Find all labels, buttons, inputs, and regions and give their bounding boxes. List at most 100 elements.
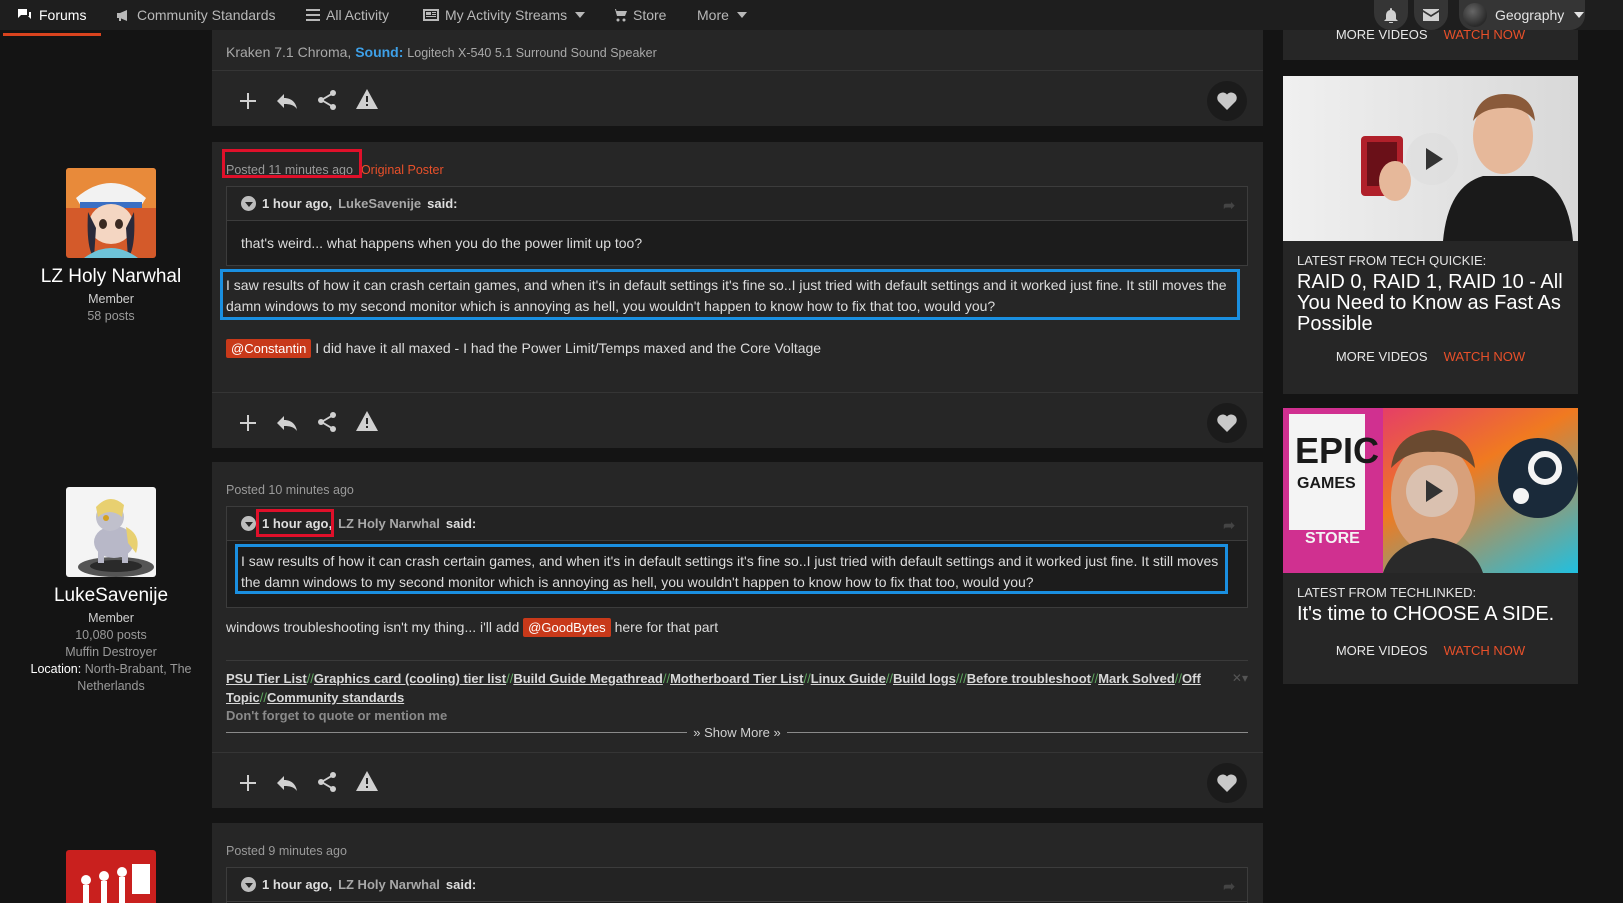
- author-location-value: North-Brabant, The Netherlands: [77, 662, 192, 693]
- signature-separator: //: [885, 671, 894, 686]
- watch-now-link[interactable]: WATCH NOW: [1444, 27, 1526, 42]
- widget-video-title[interactable]: It's time to CHOOSE A SIDE.: [1297, 604, 1564, 625]
- author-post-count: 58 posts: [87, 309, 135, 323]
- mention-tag[interactable]: @GoodBytes: [523, 618, 611, 637]
- signature-link[interactable]: Linux Guide: [811, 671, 886, 686]
- mention-tag[interactable]: @Constantin: [226, 339, 312, 358]
- post-author-panel: LZ Holy Narwhal Member 58 posts: [0, 168, 222, 325]
- avatar[interactable]: [66, 850, 156, 903]
- widget-video-title[interactable]: RAID 0, RAID 1, RAID 10 - All You Need t…: [1297, 272, 1564, 335]
- quote-link-icon[interactable]: ➦: [1223, 197, 1235, 214]
- nav-more[interactable]: More: [697, 0, 747, 30]
- signature-link[interactable]: Build Guide Megathread: [513, 671, 663, 686]
- quote-link-icon[interactable]: ➦: [1223, 517, 1235, 534]
- show-more-row: »︎ Show More »: [226, 725, 1248, 740]
- nav-all-activity[interactable]: All Activity: [306, 0, 389, 30]
- nav-community-standards[interactable]: Community Standards: [116, 0, 276, 30]
- signature-link[interactable]: PSU Tier List: [226, 671, 307, 686]
- reply-icon[interactable]: [276, 89, 300, 113]
- signature-separator: //: [259, 690, 267, 705]
- messages-button[interactable]: [1414, 0, 1448, 30]
- signature-link[interactable]: Mark Solved: [1098, 671, 1175, 686]
- quote-author[interactable]: LukeSavenije: [338, 196, 421, 211]
- post: Posted 9 minutes ago 1 hour ago, LZ Holy…: [212, 823, 1263, 903]
- quote-said: said:: [445, 516, 477, 531]
- avatar[interactable]: [66, 168, 156, 258]
- share-icon[interactable]: [316, 771, 340, 795]
- author-name[interactable]: LZ Holy Narwhal: [0, 266, 222, 288]
- signature-separator: //: [1174, 671, 1183, 686]
- notifications-button[interactable]: [1374, 0, 1408, 30]
- add-icon[interactable]: [236, 771, 260, 795]
- more-videos-link[interactable]: MORE VIDEOS: [1336, 27, 1428, 42]
- quote-header: 1 hour ago, LZ Holy Narwhal said: ➦: [227, 868, 1247, 902]
- post-timestamp[interactable]: Posted 9 minutes ago: [226, 844, 347, 858]
- close-signature-icon[interactable]: ✕▾: [1232, 671, 1248, 685]
- author-location-label: Location:: [30, 662, 82, 676]
- heart-icon: [1217, 92, 1237, 110]
- share-icon[interactable]: [316, 89, 340, 113]
- like-button[interactable]: [1207, 81, 1247, 121]
- author-title: Muffin Destroyer: [65, 645, 157, 659]
- avatar: [1463, 3, 1487, 27]
- like-button[interactable]: [1207, 403, 1247, 443]
- collapse-quote-icon[interactable]: [241, 516, 256, 531]
- signature-sound-value: Logitech X-540 5.1 Surround Sound Speake…: [407, 46, 657, 60]
- widget-kicker: LATEST FROM TECHLINKED:: [1297, 585, 1477, 600]
- post-meta: Posted 9 minutes ago: [226, 844, 347, 858]
- nav-forums[interactable]: Forums: [17, 0, 86, 30]
- reply-icon[interactable]: [276, 771, 300, 795]
- signature-link[interactable]: Graphics card (cooling) tier list: [314, 671, 506, 686]
- share-icon[interactable]: [316, 411, 340, 435]
- collapse-quote-icon[interactable]: [241, 877, 256, 892]
- report-icon[interactable]: [356, 411, 380, 435]
- quote-time[interactable]: 1 hour ago,: [262, 877, 332, 892]
- signature-link[interactable]: Before troubleshoot: [967, 671, 1091, 686]
- quote-time[interactable]: 1 hour ago,: [262, 196, 332, 211]
- post-meta: Posted 10 minutes ago: [226, 483, 354, 497]
- video-widget-tech-quickie: LATEST FROM TECH QUICKIE: RAID 0, RAID 1…: [1283, 76, 1578, 394]
- quote-link-icon[interactable]: ➦: [1223, 878, 1235, 895]
- divider: [786, 731, 1248, 733]
- more-videos-link[interactable]: MORE VIDEOS: [1336, 349, 1428, 364]
- quote-author[interactable]: LZ Holy Narwhal: [338, 516, 440, 531]
- thumb-logo-epic: EPIC: [1295, 430, 1379, 471]
- signature-links: PSU Tier List // Graphics card (cooling) t…: [226, 669, 1248, 707]
- play-icon[interactable]: [1406, 133, 1458, 185]
- quote-block: 1 hour ago, LukeSavenije said: ➦ that's …: [226, 186, 1248, 266]
- signature-link[interactable]: Motherboard Tier List: [670, 671, 803, 686]
- post-text-after-mention: I did have it all maxed - I had the Powe…: [315, 340, 822, 356]
- author-name[interactable]: LukeSavenije: [0, 585, 222, 607]
- video-widget-partial: MORE VIDEOS WATCH NOW: [1283, 27, 1578, 60]
- video-thumbnail[interactable]: EPIC GAMES STORE: [1283, 408, 1578, 573]
- reply-icon[interactable]: [276, 411, 300, 435]
- nav-store[interactable]: Store: [612, 0, 666, 30]
- nav-forums-label: Forums: [39, 7, 87, 23]
- signature-link[interactable]: Community standards: [267, 690, 404, 705]
- add-icon[interactable]: [236, 89, 260, 113]
- post-timestamp[interactable]: Posted 10 minutes ago: [226, 483, 354, 497]
- user-menu[interactable]: Geography: [1459, 0, 1585, 30]
- more-videos-link[interactable]: MORE VIDEOS: [1336, 643, 1428, 658]
- watch-now-link[interactable]: WATCH NOW: [1444, 643, 1526, 658]
- video-widget-techlinked: EPIC GAMES STORE LATEST FROM TECHLINKED:…: [1283, 408, 1578, 684]
- show-more-label: Show More: [704, 724, 770, 740]
- report-icon[interactable]: [356, 89, 380, 113]
- quote-block: 1 hour ago, LZ Holy Narwhal said: ➦: [226, 867, 1248, 903]
- post-text: windows troubleshooting isn't my thing..…: [226, 617, 718, 638]
- signature-link[interactable]: Build logs: [893, 671, 956, 686]
- post: Posted 10 minutes ago 1 hour ago, LZ Hol…: [212, 462, 1263, 808]
- show-more-button[interactable]: »︎ Show More »: [687, 725, 786, 740]
- video-thumbnail[interactable]: [1283, 76, 1578, 241]
- avatar[interactable]: [66, 487, 156, 577]
- quote-author[interactable]: LZ Holy Narwhal: [338, 877, 440, 892]
- chevron-down-icon: [1574, 12, 1585, 18]
- play-icon[interactable]: [1406, 465, 1458, 517]
- collapse-quote-icon[interactable]: [241, 196, 256, 211]
- bell-icon: [1384, 7, 1398, 23]
- watch-now-link[interactable]: WATCH NOW: [1444, 349, 1526, 364]
- report-icon[interactable]: [356, 771, 380, 795]
- like-button[interactable]: [1207, 763, 1247, 803]
- add-icon[interactable]: [236, 411, 260, 435]
- nav-activity-streams[interactable]: My Activity Streams: [423, 0, 586, 30]
